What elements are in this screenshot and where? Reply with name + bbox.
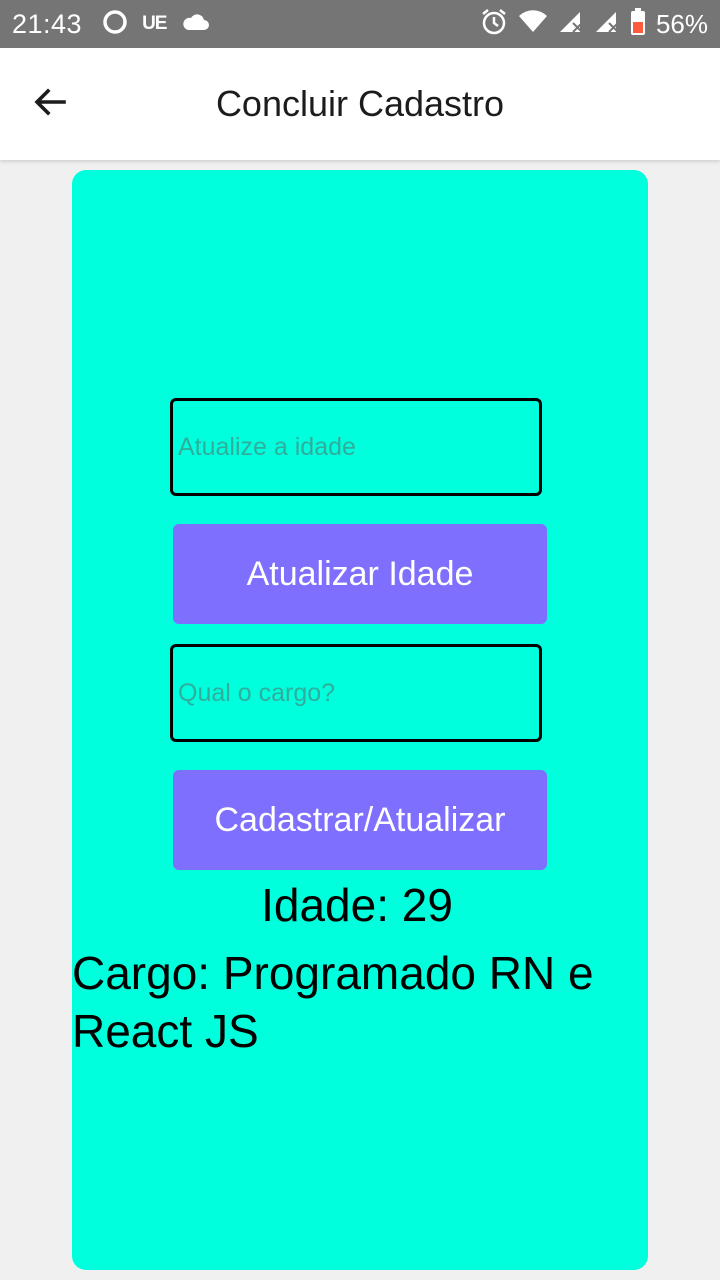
age-display: Idade: 29 [261,879,453,931]
status-time: 21:43 [12,8,83,39]
app-bar: Concluir Cadastro [0,48,720,160]
age-input[interactable] [170,398,542,496]
update-age-button[interactable]: Atualizar Idade [173,524,547,624]
alarm-icon [480,8,508,41]
status-bar: 21:43 UE 56% [0,0,720,48]
battery-icon [630,7,646,41]
back-button[interactable] [28,82,72,126]
page-title: Concluir Cadastro [215,83,505,124]
carrier-badge: UE [142,13,167,34]
wifi-icon [518,9,548,39]
signal-icon [558,10,584,39]
signal-icon-2 [594,10,620,39]
status-left-icons: UE [102,9,210,40]
age-display-row: Idade: 29 [72,875,648,935]
cloud-icon [180,12,210,37]
register-update-button[interactable]: Cadastrar/Atualizar [173,770,547,870]
form-card: Atualizar Idade Cadastrar/Atualizar Idad… [72,170,648,1270]
status-right-icons: 56% [480,7,708,41]
role-display: Cargo: Programado RN e React JS [72,947,594,1057]
role-input[interactable] [170,644,542,742]
circle-notification-icon [102,9,128,40]
arrow-left-icon [32,84,68,125]
battery-percent: 56% [655,8,708,39]
